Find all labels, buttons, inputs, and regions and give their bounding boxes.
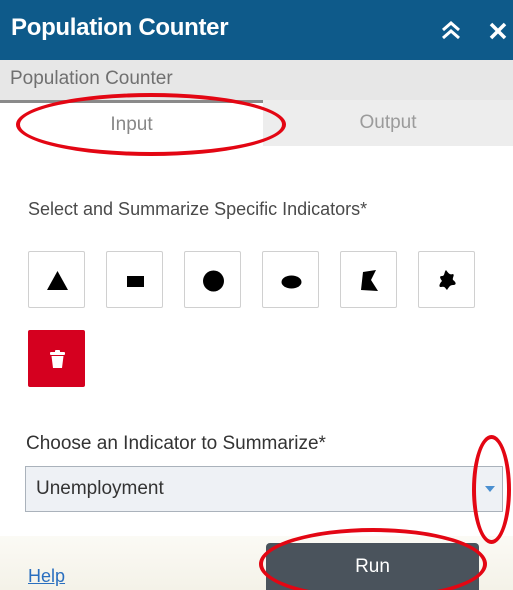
indicator-label: Choose an Indicator to Summarize* bbox=[26, 433, 326, 454]
tab-bar: Input Output bbox=[0, 100, 513, 146]
draw-tools-label: Select and Summarize Specific Indicators… bbox=[28, 199, 368, 219]
triangle-icon bbox=[47, 271, 68, 290]
indicator-selected-value: Unemployment bbox=[36, 478, 164, 499]
widget-subheader: Population Counter bbox=[0, 60, 513, 100]
help-link[interactable]: Help bbox=[28, 566, 65, 587]
trash-icon bbox=[50, 350, 65, 368]
draw-triangle-button[interactable] bbox=[28, 251, 85, 308]
indicator-select[interactable]: Unemployment bbox=[25, 466, 503, 512]
clear-drawings-button[interactable] bbox=[28, 330, 85, 387]
close-icon[interactable] bbox=[486, 16, 512, 44]
draw-ellipse-button[interactable] bbox=[262, 251, 319, 308]
polygon-icon bbox=[361, 270, 378, 291]
tab-output[interactable]: Output bbox=[263, 100, 513, 146]
tab-input[interactable]: Input bbox=[0, 100, 263, 146]
run-button[interactable]: Run bbox=[266, 543, 479, 590]
draw-circle-button[interactable] bbox=[184, 251, 241, 308]
rectangle-icon bbox=[127, 276, 144, 287]
collapse-icon[interactable] bbox=[438, 18, 464, 42]
chevron-down-icon[interactable] bbox=[475, 467, 503, 511]
ellipse-icon bbox=[281, 275, 302, 289]
freehand-polygon-icon bbox=[439, 270, 456, 290]
draw-rectangle-button[interactable] bbox=[106, 251, 163, 308]
widget-titlebar: Population Counter bbox=[0, 0, 513, 60]
widget-title: Population Counter bbox=[11, 14, 229, 41]
circle-icon bbox=[203, 270, 224, 292]
draw-freehand-polygon-button[interactable] bbox=[418, 251, 475, 308]
subheader-label: Population Counter bbox=[10, 68, 173, 89]
draw-polygon-button[interactable] bbox=[340, 251, 397, 308]
